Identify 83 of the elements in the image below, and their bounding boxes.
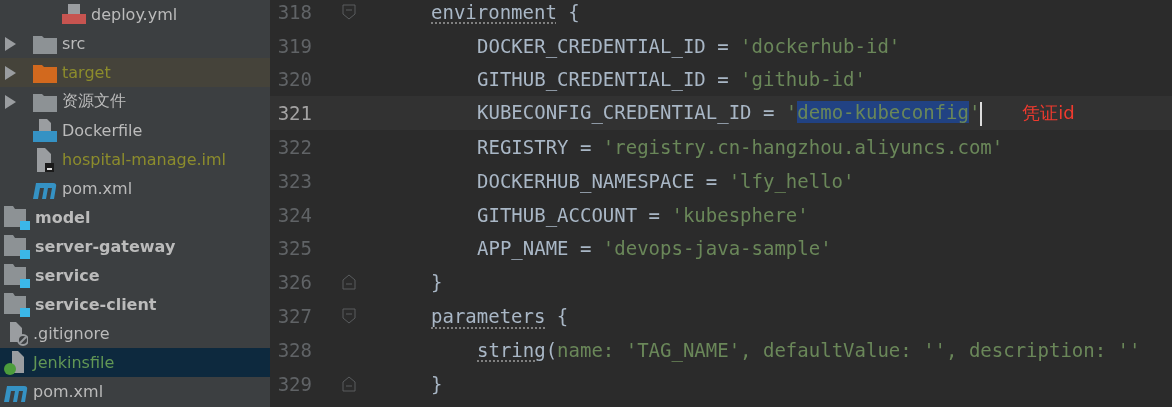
tree-item[interactable]: pom.xml — [0, 377, 270, 406]
module-folder-icon — [4, 263, 30, 288]
tree-item-label: pom.xml — [33, 382, 104, 401]
code-text: ( — [545, 338, 558, 361]
folder-icon — [33, 62, 57, 83]
code-text: GITHUB_CREDENTIAL_ID = — [477, 68, 730, 91]
tree-item[interactable]: src — [0, 29, 270, 58]
code-text: APP_NAME = — [477, 237, 593, 260]
tree-item-label: service — [35, 266, 100, 285]
tree-item-label: src — [62, 34, 86, 53]
line-number: 324 — [276, 203, 312, 226]
selected-text: demo-kubeconfig — [797, 101, 969, 124]
line-number: 322 — [276, 136, 312, 159]
code-identifier: parameters — [431, 305, 546, 328]
line-number: 326 — [276, 271, 312, 294]
tree-item[interactable]: service — [0, 261, 270, 290]
tree-item[interactable]: deploy.yml — [0, 0, 270, 29]
string-literal: name: 'TAG_NAME', defaultValue: '', description: '' — [557, 338, 1141, 361]
line-number: 329 — [276, 372, 312, 395]
string-literal: 'dockerhub-id' — [740, 34, 901, 57]
folder-icon — [33, 91, 57, 112]
line-number: 320 — [276, 68, 312, 91]
tree-item[interactable]: hospital-manage.iml — [0, 145, 270, 174]
fold-icon[interactable] — [341, 375, 356, 392]
line-number: 327 — [276, 305, 312, 328]
folder-icon — [33, 33, 57, 54]
line-number: 325 — [276, 237, 312, 260]
line-number: 328 — [276, 338, 312, 361]
tree-item-label: 资源文件 — [62, 91, 126, 112]
code-text: KUBECONFIG_CREDENTIAL_ID = — [477, 101, 776, 124]
string-literal: 'devops-java-sample' — [602, 237, 832, 260]
yml-file-icon — [62, 3, 86, 26]
tree-item[interactable]: .gitignore — [0, 319, 270, 348]
tree-item[interactable]: pom.xml — [0, 174, 270, 203]
code-identifier: environment — [431, 0, 557, 23]
tree-item-label: server-gateway — [35, 237, 176, 256]
string-literal: 'kubesphere' — [671, 203, 809, 226]
expand-arrow-icon[interactable] — [4, 36, 16, 51]
tree-item-label: .gitignore — [33, 324, 110, 343]
tree-item-label: model — [35, 208, 91, 227]
fold-icon[interactable] — [341, 308, 356, 325]
tree-item-label: pom.xml — [62, 179, 133, 198]
line-number: 323 — [276, 169, 312, 192]
tree-item-label: target — [62, 63, 111, 82]
tree-item-label: deploy.yml — [91, 5, 178, 24]
fold-icon[interactable] — [341, 274, 356, 291]
string-literal: 'registry.cn-hangzhou.aliyuncs.com' — [602, 136, 1004, 159]
expand-arrow-icon[interactable] — [4, 94, 16, 109]
text-caret — [980, 101, 983, 126]
string-literal: ' — [785, 101, 798, 124]
code-text: GITHUB_ACCOUNT = — [477, 203, 662, 226]
fold-icon[interactable] — [341, 3, 356, 20]
code-text: { — [555, 305, 569, 328]
line-number: 321 — [276, 102, 312, 125]
code-text: DOCKERHUB_NAMESPACE = — [477, 169, 719, 192]
code-identifier: string — [477, 338, 546, 361]
module-folder-icon — [4, 234, 30, 259]
module-folder-icon — [4, 292, 30, 317]
tree-item-label: Dockerfile — [62, 121, 143, 140]
tree-item[interactable]: 资源文件 — [0, 87, 270, 116]
tree-item-label: service-client — [35, 295, 157, 314]
tree-item-label: hospital-manage.iml — [62, 150, 227, 169]
code-text: REGISTRY = — [477, 136, 593, 159]
code-text: } — [431, 372, 443, 395]
tree-item[interactable]: server-gateway — [0, 232, 270, 261]
string-literal: 'lfy_hello' — [728, 169, 855, 192]
tree-item[interactable]: Jenkinsfile — [0, 348, 270, 377]
code-text: { — [567, 0, 580, 23]
code-text: DOCKER_CREDENTIAL_ID = — [477, 34, 730, 57]
string-literal: 'github-id' — [740, 68, 866, 91]
tree-item[interactable]: target — [0, 58, 270, 87]
line-number: 318 — [276, 0, 312, 23]
line-number: 319 — [276, 34, 312, 57]
docker-file-icon — [33, 118, 57, 143]
tree-item[interactable]: model — [0, 203, 270, 232]
annotation: 凭证id — [1022, 102, 1075, 124]
module-folder-icon — [4, 205, 30, 230]
tree-item[interactable]: Dockerfile — [0, 116, 270, 145]
tree-item[interactable]: service-client — [0, 290, 270, 319]
code-text: } — [431, 271, 443, 294]
tree-item-label: Jenkinsfile — [33, 353, 115, 372]
expand-arrow-icon[interactable] — [4, 65, 16, 80]
string-literal: ' — [968, 101, 981, 124]
